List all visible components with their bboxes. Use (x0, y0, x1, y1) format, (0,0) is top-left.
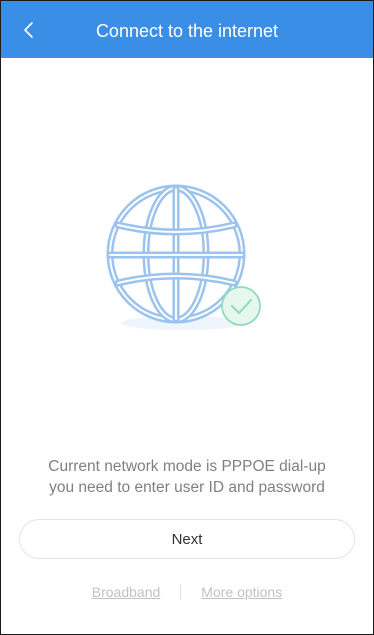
next-button[interactable]: Next (19, 519, 355, 559)
app-bar: Connect to the internet (1, 1, 373, 58)
network-mode-message: Current network mode is PPPOE dial-up yo… (1, 456, 373, 498)
message-line-2: you need to enter user ID and password (49, 479, 325, 496)
page-title: Connect to the internet (95, 21, 279, 41)
screen: Connect to the internet Current network … (0, 0, 374, 635)
back-button[interactable] (15, 16, 43, 44)
message-line-1: Current network mode is PPPOE dial-up (48, 458, 326, 475)
network-illustration (101, 171, 281, 341)
check-badge-icon (221, 286, 261, 326)
broadband-link[interactable]: Broadband (90, 584, 163, 600)
more-options-link[interactable]: More options (199, 584, 284, 600)
link-divider (180, 584, 182, 600)
chevron-left-icon (24, 22, 33, 38)
bottom-links: Broadband More options (1, 581, 373, 603)
